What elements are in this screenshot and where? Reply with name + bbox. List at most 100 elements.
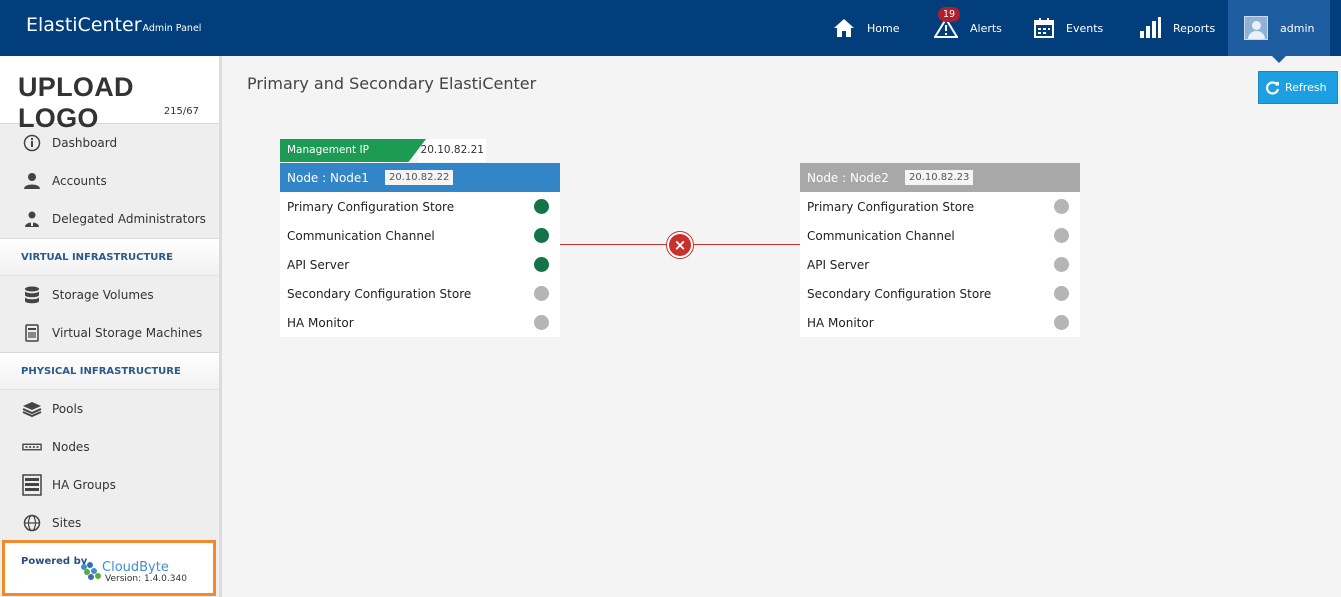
- status-row: Secondary Configuration Store: [800, 279, 1080, 308]
- status-row: Primary Configuration Store: [280, 192, 560, 221]
- node-panel-node1: Node : Node1 20.10.82.22 Primary Configu…: [280, 163, 560, 337]
- sidebar-item-label: Virtual Storage Machines: [52, 326, 203, 340]
- node-title: Node : Node2: [807, 170, 889, 185]
- sidebar-item-label: Sites: [52, 516, 82, 530]
- status-row: Secondary Configuration Store: [280, 279, 560, 308]
- nav-events[interactable]: Events: [1034, 0, 1103, 56]
- sidebar-item-storage-volumes[interactable]: Storage Volumes: [0, 276, 219, 314]
- status-row: HA Monitor: [800, 308, 1080, 337]
- app-title: ElastiCenter: [26, 14, 142, 36]
- status-dot-gray: [1054, 199, 1069, 214]
- status-label: Communication Channel: [287, 228, 435, 243]
- nav-reports[interactable]: Reports: [1139, 0, 1215, 56]
- sidebar-item-dashboard[interactable]: Dashboard: [0, 124, 219, 162]
- sidebar-item-label: Accounts: [52, 174, 107, 188]
- status-row: Communication Channel: [280, 221, 560, 250]
- alerts-badge: 19: [938, 7, 960, 22]
- node-icon: [22, 437, 42, 457]
- status-row: API Server: [280, 250, 560, 279]
- status-label: Secondary Configuration Store: [807, 286, 992, 301]
- sidebar-item-label: Storage Volumes: [52, 288, 154, 302]
- rack-icon: [22, 474, 42, 496]
- brand: ElastiCenterAdmin Panel: [26, 14, 201, 36]
- nav-reports-label: Reports: [1173, 21, 1216, 35]
- globe-icon: [22, 513, 42, 533]
- version-text: Version: 1.4.0.340: [105, 574, 187, 584]
- avatar: [1244, 16, 1268, 40]
- layers-icon: [22, 399, 42, 419]
- status-row: Communication Channel: [800, 221, 1080, 250]
- status-label: Communication Channel: [807, 228, 955, 243]
- nav-events-label: Events: [1066, 21, 1104, 35]
- status-label: Secondary Configuration Store: [287, 286, 472, 301]
- top-bar: ElastiCenterAdmin Panel Home Alerts 19 E…: [0, 0, 1341, 63]
- node-ip: 20.10.82.23: [904, 170, 974, 185]
- management-ip-label: Management IP: [280, 139, 426, 162]
- sidebar-item-label: Pools: [52, 402, 84, 416]
- section-physical-infrastructure: PHYSICAL INFRASTRUCTURE: [0, 352, 219, 390]
- logo-upload[interactable]: UPLOAD LOGO 215/67: [0, 56, 219, 133]
- powered-by-label: Powered by: [21, 556, 88, 567]
- connection-line-left: [560, 244, 666, 245]
- management-ip-tag: 20.10.82.21 Management IP: [280, 139, 486, 162]
- sidebar-item-nodes[interactable]: Nodes: [0, 428, 219, 466]
- user-menu-caret: [1272, 56, 1286, 63]
- sidebar-item-label: Nodes: [52, 440, 90, 454]
- nav-user-menu[interactable]: admin: [1228, 0, 1330, 63]
- refresh-icon: [1266, 80, 1280, 95]
- sidebar-item-pools[interactable]: Pools: [0, 390, 219, 428]
- status-dot-gray: [1054, 286, 1069, 301]
- status-row: API Server: [800, 250, 1080, 279]
- server-icon: [22, 323, 42, 343]
- refresh-button[interactable]: Refresh: [1258, 71, 1338, 104]
- home-icon: [834, 19, 854, 37]
- cloudbyte-logo-icon: [81, 562, 101, 580]
- node-header: Node : Node1 20.10.82.22: [280, 163, 560, 192]
- status-label: API Server: [807, 257, 870, 272]
- page-title: Primary and Secondary ElastiCenter: [247, 74, 537, 93]
- status-dot-green: [534, 257, 549, 272]
- powered-by-box: Powered by CloudByte Version: 1.4.0.340: [2, 540, 216, 596]
- status-label: Primary Configuration Store: [287, 199, 455, 214]
- section-virtual-infrastructure: VIRTUAL INFRASTRUCTURE: [0, 238, 219, 276]
- status-label: API Server: [287, 257, 350, 272]
- node-ip: 20.10.82.22: [384, 170, 454, 185]
- app-subtitle: Admin Panel: [142, 23, 202, 34]
- bar-chart-icon: [1140, 17, 1161, 38]
- nav-home-label: Home: [867, 21, 900, 35]
- logo-size: 215/67: [163, 106, 199, 117]
- status-dot-gray: [534, 315, 549, 330]
- sidebar-item-delegated-admins[interactable]: Delegated Administrators: [0, 200, 219, 238]
- node-header: Node : Node2 20.10.82.23: [800, 163, 1080, 192]
- status-dot-green: [534, 199, 549, 214]
- error-x-glyph: ×: [669, 234, 691, 256]
- nav-home[interactable]: Home: [833, 0, 899, 56]
- cloudbyte-brand: CloudByte: [102, 560, 169, 575]
- nav-alerts-label: Alerts: [970, 21, 1002, 35]
- node-status-list: Primary Configuration Store Communicatio…: [800, 192, 1080, 337]
- status-dot-gray: [1054, 257, 1069, 272]
- node-panel-node2: Node : Node2 20.10.82.23 Primary Configu…: [800, 163, 1080, 337]
- status-dot-gray: [1054, 315, 1069, 330]
- status-dot-gray: [1054, 228, 1069, 243]
- management-ip-value: 20.10.82.21: [418, 139, 486, 162]
- refresh-label: Refresh: [1285, 81, 1327, 94]
- calendar-icon: [1034, 18, 1054, 38]
- status-dot-green: [534, 228, 549, 243]
- sidebar-item-accounts[interactable]: Accounts: [0, 162, 219, 200]
- connection-error-icon[interactable]: ×: [666, 231, 694, 259]
- sidebar-item-ha-groups[interactable]: HA Groups: [0, 466, 219, 504]
- sidebar-item-label: Dashboard: [52, 136, 118, 150]
- admin-icon: [22, 209, 42, 229]
- sidebar-item-vsm[interactable]: Virtual Storage Machines: [0, 314, 219, 352]
- info-icon: [22, 133, 42, 153]
- database-icon: [22, 285, 42, 305]
- sidebar: UPLOAD LOGO 215/67 Dashboard Accounts De…: [0, 56, 222, 597]
- sidebar-item-label: HA Groups: [52, 478, 116, 492]
- connection-line-right: [694, 244, 800, 245]
- status-label: HA Monitor: [287, 315, 354, 330]
- sidebar-item-sites[interactable]: Sites: [0, 504, 219, 542]
- node-title: Node : Node1: [287, 170, 369, 185]
- sidebar-item-label: Delegated Administrators: [52, 212, 206, 226]
- status-label: Primary Configuration Store: [807, 199, 975, 214]
